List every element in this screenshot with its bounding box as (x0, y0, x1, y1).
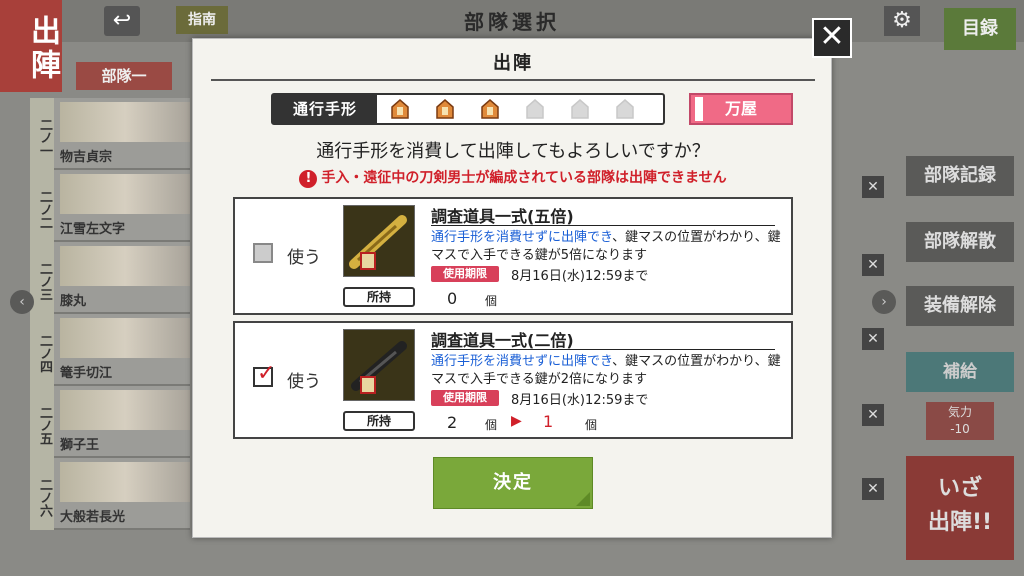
member-slot: 二ノ一 (30, 98, 54, 170)
sortie-tab[interactable]: 出陣 (0, 0, 62, 92)
item-name: 調査道具一式(五倍) (431, 207, 574, 226)
dialog-title: 出陣 (493, 53, 533, 74)
checkmark-icon: ✓ (257, 361, 276, 386)
squad-disband-button[interactable]: 部隊解散 (906, 222, 1014, 262)
owned-count: 0 (447, 289, 458, 308)
supply-button[interactable]: 補給 (906, 352, 1014, 392)
item-name-divider (431, 349, 775, 350)
pass-token-empty-icon (569, 98, 591, 120)
use-checkbox[interactable] (253, 243, 273, 263)
remove-icon[interactable]: ✕ (862, 176, 884, 198)
kiryoku-value: -10 (950, 422, 970, 436)
pass-label: 通行手形 (273, 95, 377, 123)
title-divider (211, 79, 815, 81)
pass-token-icon (389, 98, 411, 120)
use-checkbox[interactable]: ✓ (253, 361, 275, 387)
gear-icon[interactable]: ⚙ (884, 6, 920, 36)
member-name: 江雪左文字 (60, 222, 126, 237)
warning-text: 手入・遠征中の刀剣男士が編成されている部隊は出陣できません (321, 170, 727, 186)
squad-tab[interactable]: 部隊一 (76, 62, 172, 90)
member-row[interactable]: 二ノ三 膝丸 (30, 242, 190, 314)
spyglass-icon (343, 205, 415, 277)
member-portrait (60, 102, 190, 142)
remove-icon[interactable]: ✕ (862, 478, 884, 500)
member-row[interactable]: 二ノ四 篭手切江 (30, 314, 190, 386)
back-icon[interactable]: ↩ (104, 6, 140, 36)
member-slot: 二ノ二 (30, 170, 54, 242)
item-card: ✓ 使う 所持 調査道具一式(二倍) 通行手形を消費せずに出陣でき、鍵マスの位置… (233, 321, 793, 439)
expiry-badge: 使用期限 (431, 266, 499, 282)
warning-icon: ! (299, 170, 318, 188)
member-portrait (60, 174, 190, 214)
remove-icon[interactable]: ✕ (862, 254, 884, 276)
go-label-2: 出陣!! (927, 510, 993, 535)
guide-button[interactable]: 指南 (176, 6, 228, 34)
expiry-badge: 使用期限 (431, 390, 499, 406)
catalog-button[interactable]: 目録 (944, 8, 1016, 50)
kiryoku-label: 気力 (947, 405, 972, 419)
item-card: 使う 所持 調査道具一式(五倍) 通行手形を消費せずに出陣でき、鍵マスの位置がわ… (233, 197, 793, 315)
owned-unit: 個 (485, 294, 498, 308)
member-name: 獅子王 (60, 438, 100, 453)
member-slot: 二ノ四 (30, 314, 54, 386)
go-sortie-button[interactable]: いざ 出陣!! (906, 456, 1014, 560)
member-row[interactable]: 二ノ六 大般若長光 (30, 458, 190, 530)
member-name: 膝丸 (60, 294, 87, 309)
member-portrait (60, 246, 190, 286)
member-slot: 二ノ六 (30, 458, 54, 530)
pass-token-empty-icon (524, 98, 546, 120)
member-portrait (60, 462, 190, 502)
arrow-right-icon: ▶ (511, 413, 522, 429)
owned-unit: 個 (485, 418, 498, 432)
item-desc-highlight: 通行手形を消費せずに出陣でき (431, 230, 613, 245)
go-label-1: いざ (937, 476, 982, 501)
confirm-question: 通行手形を消費して出陣してもよろしいですか？ (316, 141, 710, 162)
owned-label: 所持 (343, 287, 415, 307)
spyglass-icon (343, 329, 415, 401)
close-icon[interactable]: ✕ (812, 18, 852, 58)
screen-title: 部隊選択 (464, 10, 560, 34)
yorozuya-button[interactable]: 万屋 (689, 93, 793, 125)
pass-counter: 通行手形 (271, 93, 665, 125)
member-name: 篭手切江 (60, 366, 113, 381)
member-row[interactable]: 二ノ二 江雪左文字 (30, 170, 190, 242)
member-portrait (60, 318, 190, 358)
member-list: 二ノ一 物吉貞宗 二ノ二 江雪左文字 二ノ三 膝丸 二ノ四 篭手切江 二ノ五 獅… (30, 98, 190, 530)
remove-icon[interactable]: ✕ (862, 328, 884, 350)
pass-token-icon (479, 98, 501, 120)
item-name: 調査道具一式(二倍) (431, 331, 574, 350)
item-description: 通行手形を消費せずに出陣でき、鍵マスの位置がわかり、鍵マスで入手できる鍵が5倍に… (431, 229, 791, 265)
remaining-count: 1 (543, 412, 554, 431)
kiryoku-badge: 気力 -10 (926, 402, 994, 440)
chevron-left-icon[interactable]: ‹ (10, 290, 34, 314)
owned-label: 所持 (343, 411, 415, 431)
use-label[interactable]: 使う (287, 367, 321, 392)
use-label[interactable]: 使う (287, 243, 321, 268)
confirm-button[interactable]: 決定 (433, 457, 593, 509)
item-desc-highlight: 通行手形を消費せずに出陣でき (431, 354, 613, 369)
unequip-button[interactable]: 装備解除 (906, 286, 1014, 326)
warning-message: ! 手入・遠征中の刀剣男士が編成されている部隊は出陣できません (193, 167, 833, 188)
item-description: 通行手形を消費せずに出陣でき、鍵マスの位置がわかり、鍵マスで入手できる鍵が2倍に… (431, 353, 791, 389)
sortie-dialog: 出陣 通行手形 万屋 通行手形を消費して出陣してもよろしいですか？ ! 手入・遠征… (192, 38, 832, 538)
remove-icon[interactable]: ✕ (862, 404, 884, 426)
member-name: 大般若長光 (60, 510, 126, 525)
pass-token-empty-icon (614, 98, 636, 120)
member-name: 物吉貞宗 (60, 150, 113, 165)
pass-token-icon (434, 98, 456, 120)
owned-count: 2 (447, 413, 458, 432)
chevron-right-icon[interactable]: › (872, 290, 896, 314)
member-row[interactable]: 二ノ一 物吉貞宗 (30, 98, 190, 170)
expiry-date: 8月16日(水)12:59まで (511, 393, 649, 408)
member-row[interactable]: 二ノ五 獅子王 (30, 386, 190, 458)
member-slot: 二ノ五 (30, 386, 54, 458)
squad-record-button[interactable]: 部隊記録 (906, 156, 1014, 196)
member-portrait (60, 390, 190, 430)
expiry-date: 8月16日(水)12:59まで (511, 269, 649, 284)
remaining-unit: 個 (585, 418, 598, 432)
item-name-divider (431, 225, 775, 226)
